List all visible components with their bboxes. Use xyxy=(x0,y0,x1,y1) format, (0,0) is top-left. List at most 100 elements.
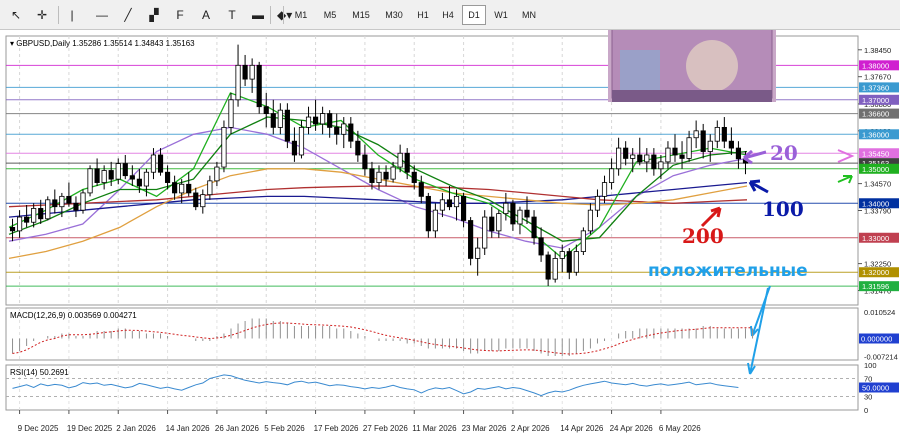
candle-body xyxy=(630,154,636,159)
candle-body xyxy=(700,130,706,152)
label-icon[interactable]: T xyxy=(222,5,242,25)
timeframe-w1[interactable]: W1 xyxy=(489,5,513,25)
candle-body xyxy=(658,161,664,170)
candle-body xyxy=(552,258,558,280)
timeframe-h1[interactable]: H1 xyxy=(412,5,434,25)
price-tick-label: 1.38450 xyxy=(864,46,891,55)
candle-body xyxy=(348,123,354,142)
candle-body xyxy=(453,195,460,208)
timeframe-m30[interactable]: M30 xyxy=(379,5,409,25)
timeframe-mn[interactable]: MN xyxy=(516,5,542,25)
rsi-tick-label: 0 xyxy=(864,406,868,415)
x-tick-label: 2 Apr 2026 xyxy=(511,424,550,433)
candle-body xyxy=(305,116,312,128)
candle-body xyxy=(263,106,269,114)
candle-body xyxy=(157,154,164,173)
candle-body xyxy=(686,137,692,159)
candle-body xyxy=(439,199,446,211)
candle xyxy=(80,189,86,214)
candle-body xyxy=(665,147,671,163)
candle-body xyxy=(411,171,417,183)
candle-body xyxy=(108,170,114,180)
rsi-pane-frame xyxy=(5,364,859,411)
annotation-positive: положительные xyxy=(648,261,808,281)
candle-body xyxy=(256,64,262,108)
candle xyxy=(87,165,93,197)
candle-body xyxy=(115,163,121,180)
candle-body xyxy=(693,130,699,139)
fibonacci-icon[interactable]: F xyxy=(170,5,190,25)
crosshair-icon[interactable]: ✛ xyxy=(32,5,52,25)
candle-body xyxy=(193,192,199,208)
candle-body xyxy=(291,140,298,156)
candle-body xyxy=(284,109,290,142)
candle-body xyxy=(101,170,107,183)
candle-body xyxy=(594,195,601,211)
x-tick-label: 27 Feb 2026 xyxy=(363,424,408,433)
macd-label: MACD(12,26,9) 0.003569 0.004271 xyxy=(10,311,137,320)
annotation-ma200: 200 xyxy=(682,224,724,248)
price-level-label: 1.35450 xyxy=(862,149,889,158)
candle-body xyxy=(341,123,347,135)
x-tick-label: 6 May 2026 xyxy=(659,424,701,433)
x-tick-label: 26 Jan 2026 xyxy=(215,424,260,433)
candle-body xyxy=(38,208,44,220)
candle-body xyxy=(129,175,135,180)
candle xyxy=(580,227,586,255)
macd-tick-label: 0.000000 xyxy=(861,335,892,344)
candle-body xyxy=(446,199,453,208)
candle-body xyxy=(397,152,403,168)
candle-body xyxy=(545,254,551,280)
candle xyxy=(256,61,262,114)
candle-body xyxy=(320,113,326,125)
candle-body xyxy=(559,251,565,259)
x-tick-label: 24 Apr 2026 xyxy=(610,424,654,433)
candle-body xyxy=(679,154,685,159)
chart-area[interactable]: 9 Dec 2025 19 Dec 2025 2 Jan 2026 14 Jan 20… xyxy=(0,30,900,440)
candle xyxy=(45,196,51,221)
candle-body xyxy=(312,116,319,125)
candle-body xyxy=(270,113,276,128)
trendline-icon[interactable]: ╱ xyxy=(118,5,138,25)
timeframe-m1[interactable]: M1 xyxy=(288,5,314,25)
x-tick-label: 9 Dec 2025 xyxy=(18,424,59,433)
candle-body xyxy=(80,192,86,211)
candle-body xyxy=(475,247,481,259)
rectangle-icon[interactable]: ▬ xyxy=(248,5,268,25)
price-level-label: 1.32000 xyxy=(862,268,889,277)
candle-body xyxy=(728,140,734,149)
x-tick-label: 14 Apr 2026 xyxy=(560,424,604,433)
timeframe-m5[interactable]: M5 xyxy=(317,5,343,25)
candle-body xyxy=(94,168,100,183)
rsi-tick-label: 100 xyxy=(864,361,877,370)
candle-body xyxy=(362,154,368,170)
channel-icon[interactable]: ▞ xyxy=(144,5,164,25)
horizontal-line-icon[interactable]: — xyxy=(92,5,112,25)
candle-body xyxy=(524,209,530,218)
candle-body xyxy=(136,178,142,187)
vertical-line-icon[interactable]: | xyxy=(62,5,82,25)
candle-body xyxy=(179,183,185,194)
candle-body xyxy=(214,166,220,182)
x-tick-label: 14 Jan 2026 xyxy=(166,424,211,433)
price-level-label: 1.37360 xyxy=(862,83,889,92)
candle-body xyxy=(73,202,79,211)
cursor-icon[interactable]: ↖ xyxy=(6,5,26,25)
rsi-tick-label: 70 xyxy=(864,375,872,384)
candle-body xyxy=(369,168,375,183)
rsi-tick-label: 50.0000 xyxy=(862,384,889,393)
candle-body xyxy=(186,183,192,194)
candle-body xyxy=(9,227,16,232)
candle-body xyxy=(16,216,23,232)
candle-body xyxy=(355,140,361,156)
candle-body xyxy=(531,216,537,239)
candle-body xyxy=(143,171,150,187)
text-icon[interactable]: A xyxy=(196,5,216,25)
candle-body xyxy=(468,220,474,259)
timeframe-m15[interactable]: M15 xyxy=(346,5,376,25)
timeframe-h4[interactable]: H4 xyxy=(437,5,459,25)
candle-body xyxy=(228,99,234,128)
timeframe-d1[interactable]: D1 xyxy=(462,5,486,25)
candle-body xyxy=(460,195,467,221)
banknote-strip xyxy=(612,90,772,102)
